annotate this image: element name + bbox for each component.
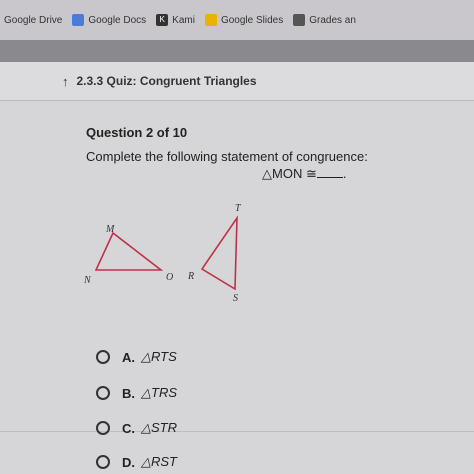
bookmark-label: Google Docs bbox=[88, 14, 147, 26]
kami-icon: K bbox=[156, 14, 169, 26]
choice-answer: △RTS bbox=[141, 349, 177, 364]
choice-a[interactable]: A. △RTS bbox=[96, 349, 177, 365]
quiz-title: 2.3.3 Quiz: Congruent Triangles bbox=[76, 74, 257, 88]
radio-button[interactable] bbox=[96, 421, 110, 435]
choice-letter: A. bbox=[122, 349, 135, 365]
label-n: N bbox=[83, 275, 92, 286]
label-o: O bbox=[166, 272, 173, 283]
choice-d[interactable]: D. △RST bbox=[96, 454, 177, 470]
bookmark-google-drive[interactable]: Google Drive bbox=[4, 15, 62, 26]
triangles-figure: M N O T R S bbox=[83, 203, 242, 304]
choice-answer: △RST bbox=[141, 454, 177, 469]
choice-b[interactable]: B. △TRS bbox=[96, 385, 177, 401]
section-divider bbox=[0, 431, 474, 432]
bookmark-google-slides[interactable]: Google Slides bbox=[204, 14, 284, 26]
grades-icon bbox=[293, 14, 306, 26]
bookmark-kami[interactable]: K Kami bbox=[156, 14, 195, 26]
bookmarks-bar: Google Drive Google Docs K Kami Google S… bbox=[0, 0, 474, 40]
choice-letter: D. bbox=[122, 454, 135, 470]
back-arrow-icon[interactable]: ↑ bbox=[62, 74, 69, 89]
choice-letter: C. bbox=[122, 420, 135, 436]
choice-answer: △TRS bbox=[141, 385, 177, 400]
triangle-mon bbox=[94, 231, 164, 271]
radio-button[interactable] bbox=[96, 455, 110, 469]
docs-icon bbox=[72, 14, 85, 26]
bookmark-label: Google Slides bbox=[220, 14, 284, 26]
choice-c[interactable]: C. △STR bbox=[96, 420, 177, 436]
quiz-title-bar: ↑ 2.3.3 Quiz: Congruent Triangles bbox=[0, 62, 474, 101]
slides-icon bbox=[204, 14, 217, 26]
label-m: M bbox=[105, 224, 115, 235]
choice-answer: △STR bbox=[141, 420, 177, 435]
triangle-rst bbox=[200, 215, 238, 291]
bookmark-grades[interactable]: Grades an bbox=[293, 14, 356, 26]
bookmark-label: Grades an bbox=[309, 14, 356, 26]
label-t: T bbox=[235, 203, 242, 214]
label-r: R bbox=[187, 271, 194, 282]
question-panel: Question 2 of 10 Complete the following … bbox=[0, 101, 474, 474]
bookmark-label: Google Drive bbox=[4, 14, 63, 26]
app-header-bar bbox=[0, 40, 474, 62]
bookmark-google-docs[interactable]: Google Docs bbox=[72, 14, 146, 26]
radio-button[interactable] bbox=[96, 350, 110, 364]
label-s: S bbox=[233, 293, 238, 304]
radio-button[interactable] bbox=[96, 386, 110, 400]
bookmark-label: Kami bbox=[172, 14, 195, 26]
choice-letter: B. bbox=[122, 385, 135, 401]
